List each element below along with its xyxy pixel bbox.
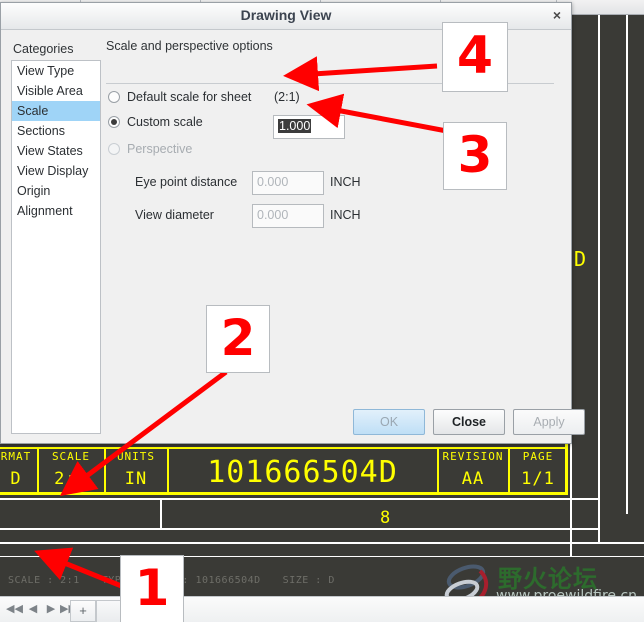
annotation-badge-3: 3 (443, 122, 507, 190)
annotation-badge-2: 2 (206, 305, 270, 373)
annotation-badge-4: 4 (442, 22, 508, 92)
screenshot-root: D 8 RMAT D SCALE 2:1 UNITS IN 101666504D… (0, 0, 644, 622)
annotation-arrows (34, 56, 453, 599)
annotation-badge-1: 1 (120, 555, 184, 622)
